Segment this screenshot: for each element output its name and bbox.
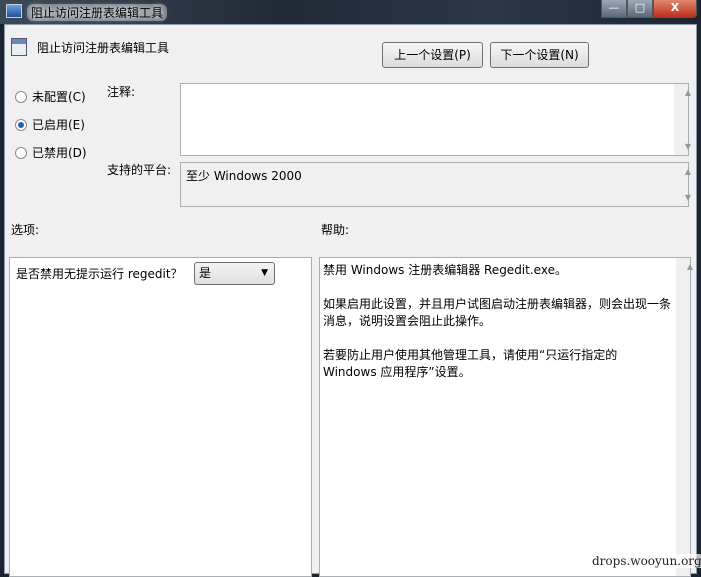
- previous-setting-button[interactable]: 上一个设置(P): [382, 42, 483, 68]
- radio-indicator: [15, 118, 27, 131]
- radio-label: 已禁用(D): [32, 146, 87, 160]
- comment-label: 注释:: [107, 85, 136, 99]
- comment-scrollbar[interactable]: ▲ ▼: [674, 84, 691, 155]
- radio-disabled[interactable]: 已禁用(D): [15, 144, 87, 161]
- comment-textarea[interactable]: ▲ ▼: [180, 83, 691, 156]
- platform-label: 支持的平台:: [107, 163, 172, 177]
- policy-title: 阻止访问注册表编辑工具: [37, 41, 170, 55]
- radio-enabled[interactable]: 已启用(E): [15, 116, 85, 133]
- help-label: 帮助:: [321, 223, 350, 237]
- regedit-select[interactable]: 是 ▼: [194, 262, 275, 285]
- option-question: 是否禁用无提示运行 regedit？: [16, 267, 183, 281]
- policy-icon: [11, 38, 27, 56]
- select-value: 是: [199, 266, 212, 280]
- radio-not-configured[interactable]: 未配置(C): [15, 88, 86, 105]
- app-icon: [6, 4, 22, 18]
- close-button[interactable]: X: [653, 0, 697, 18]
- maximize-button[interactable]: □: [627, 0, 653, 18]
- next-setting-button[interactable]: 下一个设置(N): [490, 42, 589, 68]
- help-paragraph: 若要防止用户使用其他管理工具，请使用“只运行指定的 Windows 应用程序”设…: [323, 348, 618, 379]
- dropdown-arrow-icon: ▼: [261, 268, 268, 278]
- radio-label: 已启用(E): [32, 118, 85, 132]
- help-paragraph: 禁用 Windows 注册表编辑器 Regedit.exe。: [323, 263, 567, 277]
- options-label: 选项:: [11, 223, 40, 237]
- help-scrollbar[interactable]: ▲: [676, 258, 693, 576]
- policy-dialog: 阻止访问注册表编辑工具 上一个设置(P) 下一个设置(N) 未配置(C) 已启用…: [4, 24, 697, 577]
- title-bar: 阻止访问注册表编辑工具 — □ X: [0, 0, 701, 24]
- options-panel: 是否禁用无提示运行 regedit？ 是 ▼: [9, 257, 312, 577]
- radio-indicator: [15, 146, 27, 159]
- help-paragraph: 如果启用此设置，并且用户试图启动注册表编辑器，则会出现一条消息，说明设置会阻止此…: [323, 297, 672, 328]
- watermark: drops.wooyun.org: [592, 554, 701, 568]
- platform-field: 至少 Windows 2000 ▲ ▼: [180, 162, 691, 207]
- window-title: 阻止访问注册表编辑工具: [27, 4, 168, 21]
- platform-scrollbar[interactable]: ▲ ▼: [674, 163, 691, 206]
- radio-indicator: [15, 90, 27, 103]
- platform-value: 至少 Windows 2000: [186, 169, 302, 183]
- minimize-button[interactable]: —: [601, 0, 627, 18]
- radio-label: 未配置(C): [32, 90, 86, 104]
- help-panel: 禁用 Windows 注册表编辑器 Regedit.exe。 如果启用此设置，并…: [319, 257, 693, 577]
